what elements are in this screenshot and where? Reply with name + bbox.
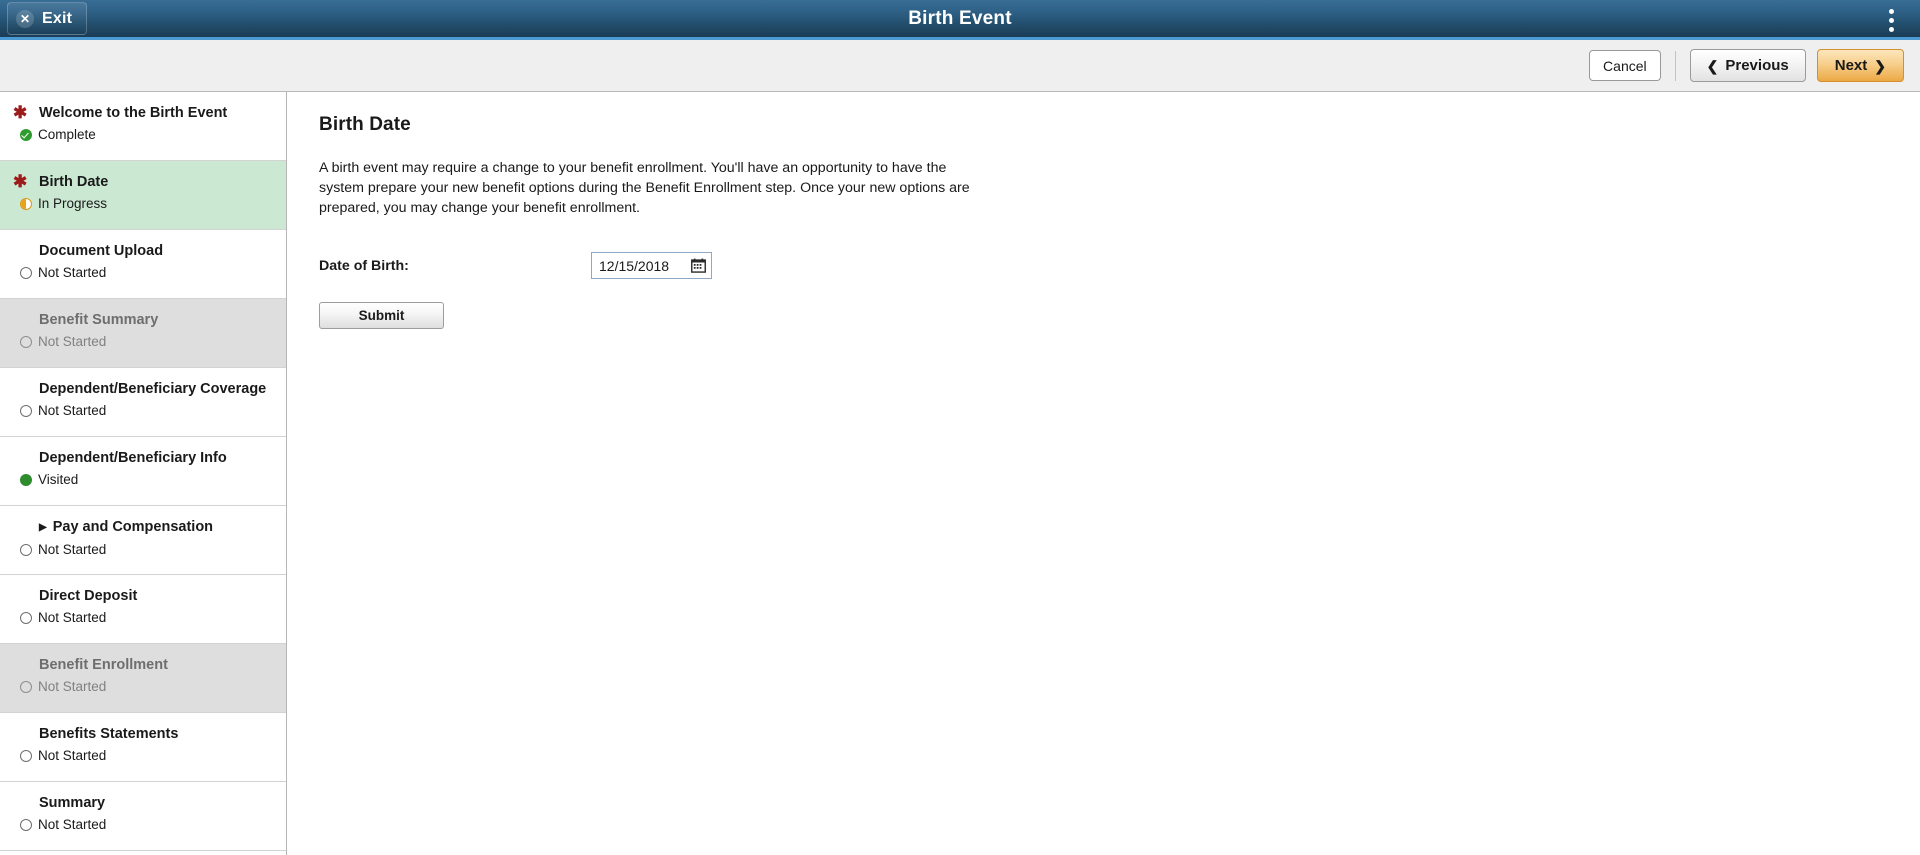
sidebar-step-title: Dependent/Beneficiary Coverage	[39, 380, 276, 398]
previous-button-label: Previous	[1725, 57, 1789, 74]
sidebar-step-status-label: Not Started	[38, 679, 107, 694]
sidebar-step-title: Benefit Summary	[39, 311, 276, 329]
page-title: Birth Event	[908, 7, 1012, 29]
sidebar-step-welcome-to-the-birth-event[interactable]: ✱ Welcome to the Birth Event Complete	[0, 92, 286, 161]
intro-paragraph: A birth event may require a change to yo…	[319, 160, 970, 216]
sidebar-step-status-label: Not Started	[38, 610, 107, 625]
sidebar-step-benefit-enrollment: Benefit Enrollment Not Started	[0, 644, 286, 713]
sidebar-step-title-text: Summary	[39, 795, 106, 811]
chevron-right-icon: ❯	[1874, 57, 1886, 74]
kebab-dot	[1888, 17, 1894, 23]
status-notstarted-icon	[20, 404, 32, 417]
sidebar-step-title-text: Document Upload	[39, 243, 164, 259]
sidebar-step-status: Not Started	[20, 402, 276, 419]
kebab-menu-icon[interactable]	[1878, 0, 1904, 40]
status-notstarted-icon	[20, 749, 32, 762]
required-marker-icon: ✱	[13, 172, 28, 191]
date-of-birth-input[interactable]	[599, 257, 679, 274]
required-marker-icon: ✱	[13, 103, 28, 122]
sidebar-step-pay-and-compensation[interactable]: ▶ Pay and Compensation Not Started	[0, 506, 286, 575]
status-notstarted-icon	[20, 543, 32, 556]
kebab-dot	[1888, 8, 1894, 14]
sidebar-step-status: In Progress	[20, 195, 276, 212]
sidebar-step-benefits-statements[interactable]: Benefits Statements Not Started	[0, 713, 286, 782]
status-notstarted-icon	[20, 266, 32, 279]
chevron-left-icon: ❮	[1706, 57, 1719, 74]
sidebar-step-status: Not Started	[20, 333, 276, 350]
sidebar-step-status: Complete	[20, 126, 276, 143]
toolbar-divider	[1674, 50, 1676, 81]
sidebar-step-status: Visited	[20, 471, 276, 488]
status-complete-icon	[20, 128, 32, 141]
sidebar-step-title-text: Benefit Summary	[39, 312, 159, 328]
action-bar: Cancel ❮ Previous Next ❯	[0, 40, 1920, 92]
sidebar-step-status-label: Not Started	[38, 265, 107, 280]
date-of-birth-field-row: Date of Birth:	[319, 252, 1920, 279]
sidebar-step-status: Not Started	[20, 747, 276, 764]
sidebar-step-title: Benefits Statements	[39, 725, 276, 743]
sidebar-step-summary[interactable]: Summary Not Started	[0, 782, 286, 851]
exit-button-label: Exit	[42, 9, 73, 27]
sidebar-step-dependent-beneficiary-info[interactable]: Dependent/Beneficiary Info Visited	[0, 437, 286, 506]
close-x-icon: ✕	[16, 9, 34, 28]
sidebar-step-status-label: Complete	[38, 127, 96, 142]
sidebar-step-benefit-summary: Benefit Summary Not Started	[0, 299, 286, 368]
sidebar-step-title: Direct Deposit	[39, 587, 276, 605]
sidebar-step-title-text: Dependent/Beneficiary Info	[39, 450, 227, 466]
date-of-birth-label: Date of Birth:	[319, 257, 409, 274]
exit-button[interactable]: ✕ Exit	[7, 2, 88, 35]
sidebar-step-status: Not Started	[20, 816, 276, 833]
content-title: Birth Date	[319, 114, 411, 135]
sidebar-step-title: Dependent/Beneficiary Info	[39, 449, 276, 467]
sidebar-step-title: Benefit Enrollment	[39, 656, 276, 674]
sidebar-step-title: Document Upload	[39, 242, 276, 260]
main-content: Birth Date A birth event may require a c…	[287, 92, 1920, 855]
calendar-icon[interactable]	[691, 258, 706, 273]
cancel-button[interactable]: Cancel	[1589, 50, 1661, 81]
chevron-right-icon[interactable]: ▶	[39, 519, 47, 537]
app-header: ✕ Exit Birth Event	[0, 0, 1920, 40]
sidebar-step-status-label: Not Started	[38, 334, 107, 349]
sidebar-step-title: Summary	[39, 794, 276, 812]
body-container: ✱ Welcome to the Birth Event Complete ✱ Birt…	[0, 92, 1920, 855]
sidebar-step-birth-date[interactable]: ✱ Birth Date In Progress	[0, 161, 286, 230]
sidebar-step-status: Not Started	[20, 678, 276, 695]
next-button-label: Next	[1834, 57, 1868, 74]
step-navigation-sidebar: ✱ Welcome to the Birth Event Complete ✱ Birt…	[0, 92, 287, 855]
sidebar-step-status-label: Not Started	[38, 817, 107, 832]
sidebar-step-document-upload[interactable]: Document Upload Not Started	[0, 230, 286, 299]
sidebar-step-title-text: Direct Deposit	[39, 588, 138, 604]
status-visited-icon	[20, 473, 32, 486]
sidebar-step-status: Not Started	[20, 609, 276, 626]
status-notstarted-icon	[20, 818, 32, 831]
status-notstarted-icon	[20, 611, 32, 624]
sidebar-step-status-label: Not Started	[38, 748, 107, 763]
sidebar-step-status-label: Not Started	[38, 403, 107, 418]
sidebar-step-title-text: Benefits Statements	[39, 726, 179, 742]
sidebar-step-title: Welcome to the Birth Event	[39, 104, 276, 122]
sidebar-step-title-text: Birth Date	[39, 174, 109, 190]
status-notstarted-icon	[20, 680, 32, 693]
sidebar-step-status-label: In Progress	[38, 196, 108, 211]
sidebar-step-status: Not Started	[20, 541, 276, 558]
sidebar-step-status-label: Visited	[38, 472, 79, 487]
sidebar-step-title-text: Dependent/Beneficiary Coverage	[39, 381, 267, 397]
kebab-dot	[1888, 26, 1894, 32]
sidebar-step-title-text: Benefit Enrollment	[39, 657, 168, 673]
sidebar-step-status-label: Not Started	[38, 542, 107, 557]
sidebar-step-title: Birth Date	[39, 173, 276, 191]
sidebar-step-dependent-beneficiary-coverage[interactable]: Dependent/Beneficiary Coverage Not Starte…	[0, 368, 286, 437]
sidebar-step-title-text: Welcome to the Birth Event	[39, 105, 228, 121]
status-progress-icon	[20, 197, 32, 210]
previous-button[interactable]: ❮ Previous	[1689, 49, 1806, 82]
sidebar-step-title: ▶ Pay and Compensation	[39, 518, 276, 537]
sidebar-step-status: Not Started	[20, 264, 276, 281]
next-button[interactable]: Next ❯	[1816, 49, 1904, 82]
date-of-birth-input-wrapper[interactable]	[591, 252, 712, 279]
status-notstarted-icon	[20, 335, 32, 348]
sidebar-step-direct-deposit[interactable]: Direct Deposit Not Started	[0, 575, 286, 644]
submit-button[interactable]: Submit	[319, 302, 444, 329]
sidebar-step-title-text: Pay and Compensation	[52, 519, 214, 535]
